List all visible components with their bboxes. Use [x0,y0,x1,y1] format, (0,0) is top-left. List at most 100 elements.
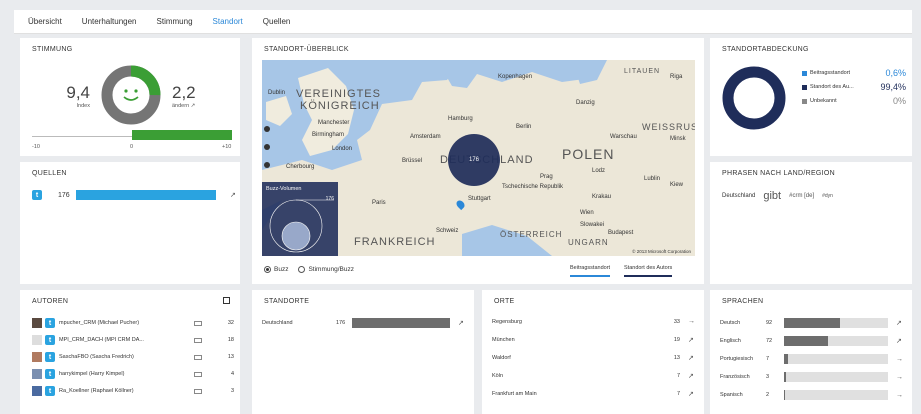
standort-ueberblick-title: STANDORT-ÜBERBLICK [264,46,349,53]
author-name: harrykimpel (Harry Kimpel) [59,371,125,377]
map-pan-icon[interactable] [264,144,270,150]
change-value: 2,2 [172,83,196,102]
radio-buzz-label: Buzz [274,266,289,273]
trend-icon: ↗ [688,373,694,380]
author-name: SaschaFBO (Sascha Fredrich) [59,354,134,360]
sprachen-row[interactable]: Französisch 3 → [720,372,908,382]
tab-standort[interactable]: Standort [213,17,243,26]
standort-ueberblick-panel: STANDORT-ÜBERBLICK VEREINIGTES KÖNIGREIC… [252,38,704,284]
orte-label: Regensburg [492,318,522,325]
map-label-vereinigtes: VEREINIGTES [296,88,381,100]
standorte-row[interactable]: Deutschland 176 ↗ [262,318,468,328]
map-city: Brüssel [402,158,423,164]
trend-icon: → [688,318,695,325]
tab-standort-autor[interactable]: Standort des Autors [624,265,673,277]
trend-icon: → [896,373,903,381]
orte-row[interactable]: Waldorf 13 ↗ [492,354,696,362]
map-label-weissruss: WEISSRUSS [642,122,695,132]
scale-right: +10 [222,144,232,150]
radio-buzz[interactable]: Buzz [264,266,288,273]
sprachen-row[interactable]: Englisch 72 ↗ [720,336,908,346]
sprachen-label: Spanisch [720,392,743,398]
coverage-donut [722,66,786,130]
map-city: Dublin [268,90,286,96]
index-label: Index [76,103,90,109]
buzz-legend: Buzz-Volumen 176 [262,182,338,256]
standorte-bar-track [352,318,450,328]
coverage-item: Standort des Au... 99,4% [802,80,906,94]
map-city: Cherbourg [286,164,315,170]
phrasen-panel: PHRASEN NACH LAND/REGION Deutschland gib… [710,162,912,284]
author-row[interactable]: t harrykimpel (Harry Kimpel) 4 [32,369,234,379]
standorte-count: 176 [336,320,346,326]
map-city: Warschau [610,134,637,140]
map-label-koenigreich: KÖNIGREICH [300,100,380,112]
phrase-word[interactable]: gibt [763,190,781,202]
orte-title: ORTE [494,298,515,305]
map-city: Budapest [608,230,634,236]
coverage-label: Standort des Au... [810,84,854,90]
map-layer-icon[interactable] [264,162,270,168]
expand-icon[interactable] [223,297,230,304]
sprachen-row[interactable]: Spanisch 2 → [720,390,908,400]
coverage-value: 0% [892,96,906,106]
tab-uebersicht[interactable]: Übersicht [28,17,62,26]
sprachen-bar-track [784,318,888,328]
orte-row[interactable]: Köln 7 ↗ [492,372,696,380]
orte-row[interactable]: München 19 ↗ [492,336,696,344]
phrase-word[interactable]: #dyn [822,193,833,199]
tab-beitragsstandort[interactable]: Beitragsstandort [570,265,611,277]
view-mode-radios: Buzz Stimmung/Buzz [264,266,354,273]
author-row[interactable]: t mpucher_CRM (Michael Pucher) 32 [32,318,234,328]
trend-icon: ↗ [688,337,694,344]
author-row[interactable]: t Ra_Koellner (Raphael Köllner) 3 [32,386,234,396]
avatar [32,352,42,362]
standorte-panel: STANDORTE Deutschland 176 ↗ [252,290,474,414]
quellen-bar [76,190,217,200]
quellen-title: QUELLEN [32,170,67,177]
orte-count: 13 [673,355,680,361]
map-city: Amsterdam [410,134,441,140]
buzz-bubble[interactable]: 176 [448,134,500,186]
tab-unterhaltungen[interactable]: Unterhaltungen [82,17,137,26]
card-icon [194,354,202,360]
trend-icon: ↗ [688,391,694,398]
phrase-word[interactable]: #crm [de] [789,193,814,199]
change-label: ändern ↗ [172,103,196,109]
standortabdeckung-panel: STANDORTABDECKUNG Beitragsstandort 0,6% … [710,38,912,156]
twitter-icon: t [45,386,55,396]
map-city: Wien [580,210,594,216]
autoren-title: AUTOREN [32,298,69,305]
map[interactable]: VEREINIGTES KÖNIGREICH DEUTSCHLAND POLEN… [262,60,695,256]
map-city: Danzig [576,100,595,106]
orte-label: Köln [492,373,504,379]
sprachen-count: 2 [766,392,770,398]
orte-row[interactable]: Regensburg 33 → [492,318,696,325]
standorte-label: Deutschland [262,320,293,326]
map-label-ungarn: UNGARN [568,238,609,247]
sprachen-row[interactable]: Deutsch 92 ↗ [720,318,908,328]
map-zoom-icon[interactable] [264,126,270,132]
tab-stimmung[interactable]: Stimmung [157,17,193,26]
map-city: Stuttgart [468,196,491,202]
orte-label: München [492,337,515,343]
map-label-litauen: LITAUEN [624,68,661,75]
sprachen-row[interactable]: Portugiesisch 7 → [720,354,908,364]
radio-sentiment[interactable]: Stimmung/Buzz [298,266,354,273]
twitter-icon: t [45,318,55,328]
coverage-label: Beitragsstandort [810,70,851,76]
tab-quellen[interactable]: Quellen [263,17,291,26]
author-count: 18 [227,337,234,343]
author-row[interactable]: t MPI_CRM_DACH (MPI CRM DA... 18 [32,335,234,345]
map-city: Lodz [592,168,606,174]
coverage-donut-ring [722,66,786,130]
legend-swatch [802,84,807,90]
quellen-row[interactable]: t 176 ↗ [32,190,236,200]
orte-row[interactable]: Frankfurt am Main 7 ↗ [492,390,696,398]
author-name: MPI_CRM_DACH (MPI CRM DA... [59,337,144,343]
author-row[interactable]: t SaschaFBO (Sascha Fredrich) 13 [32,352,234,362]
coverage-item: Beitragsstandort 0,6% [802,66,906,80]
standortabdeckung-title: STANDORTABDECKUNG [722,46,809,53]
map-city: Lublin [644,176,661,182]
sprachen-count: 7 [766,356,770,362]
